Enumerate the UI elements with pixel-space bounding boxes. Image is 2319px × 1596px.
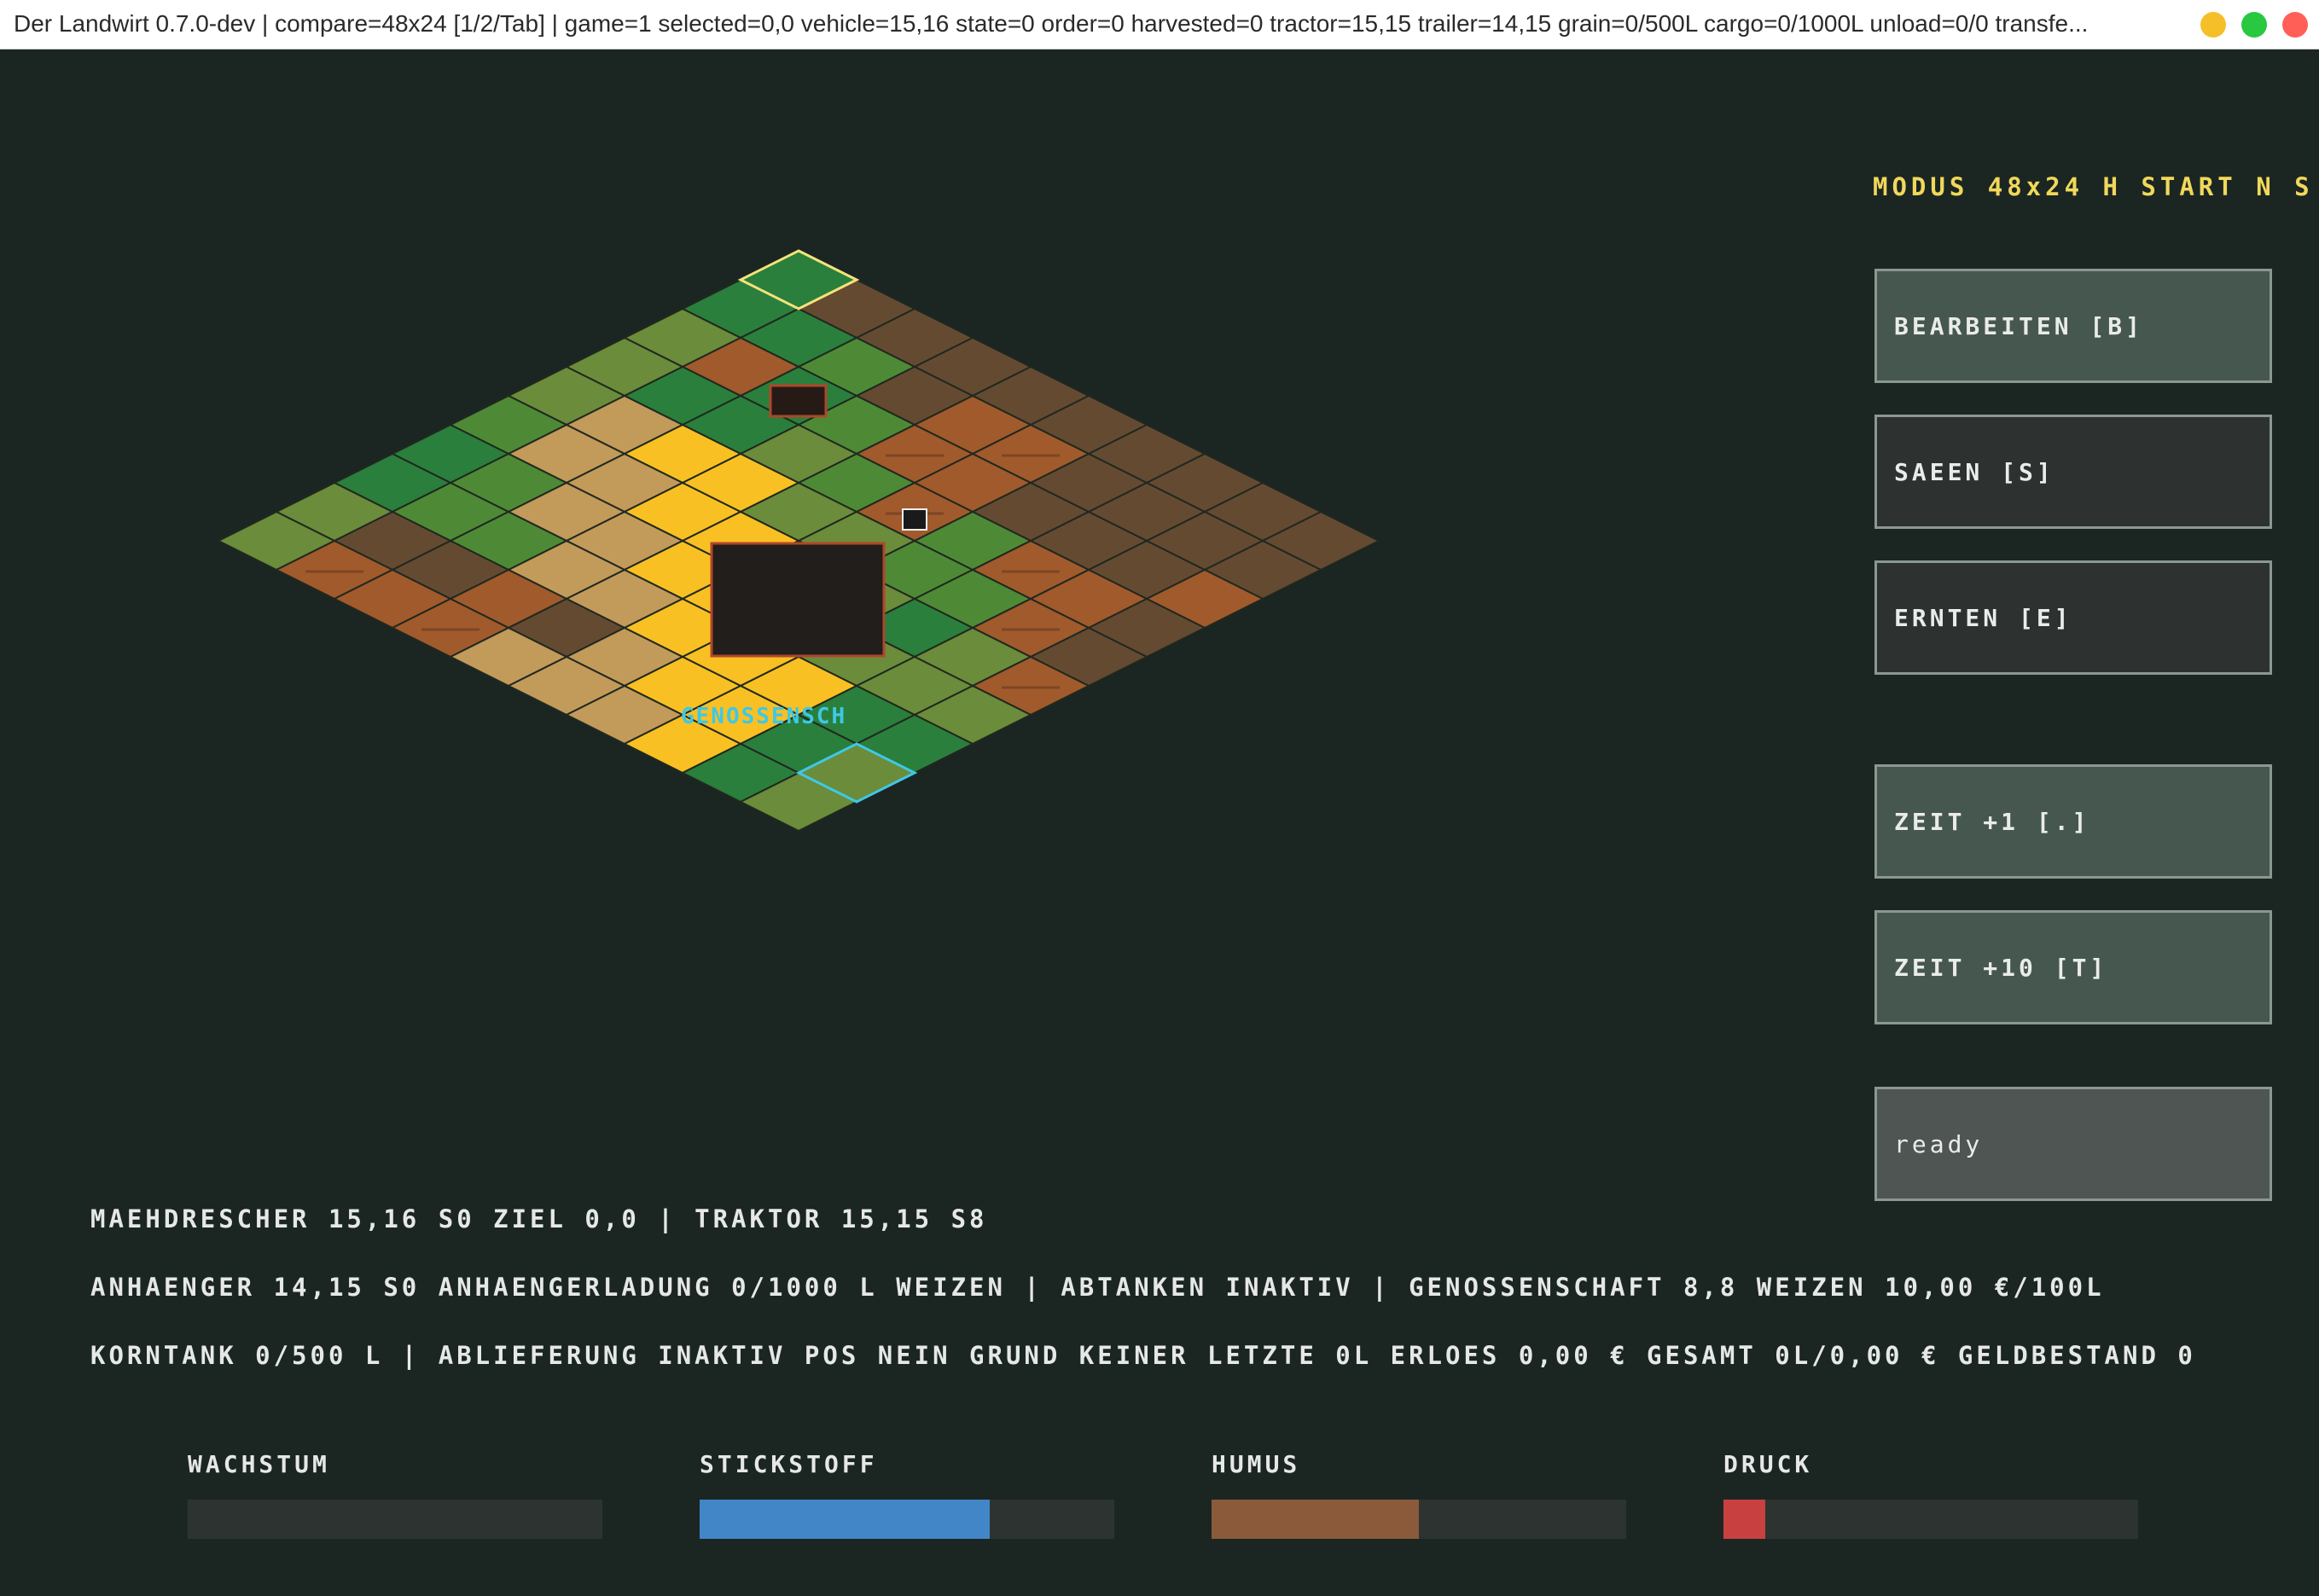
humus-meter <box>1212 1500 1626 1539</box>
nitrogen-meter-label: STICKSTOFF <box>700 1450 878 1478</box>
mode-indicator: MODUS 48x24 H START N S <box>1873 172 2314 201</box>
growth-meter <box>188 1500 602 1539</box>
pressure-meter <box>1723 1500 2138 1539</box>
harvest-button[interactable]: ERNTEN [E] <box>1874 560 2272 675</box>
window-titlebar: Der Landwirt 0.7.0-dev | compare=48x24 [… <box>0 0 2319 49</box>
sow-button[interactable]: SAEEN [S] <box>1874 415 2272 529</box>
isometric-farm-map[interactable]: GENOSSENSCH <box>0 49 1834 1158</box>
time-plus-10-button[interactable]: ZEIT +10 [T] <box>1874 910 2272 1024</box>
tractor-vehicle[interactable] <box>902 508 927 531</box>
humus-meter-fill <box>1212 1500 1419 1539</box>
close-button[interactable] <box>2282 12 2308 38</box>
combine-harvester-vehicle[interactable] <box>710 542 886 658</box>
pressure-meter-fill <box>1723 1500 1765 1539</box>
maximize-button[interactable] <box>2241 12 2267 38</box>
vehicle-status-line: MAEHDRESCHER 15,16 S0 ZIEL 0,0 | TRAKTOR… <box>90 1204 988 1233</box>
window-title: Der Landwirt 0.7.0-dev | compare=48x24 [… <box>14 10 2089 37</box>
depot-label: GENOSSENSCH <box>681 704 846 729</box>
trailer-vehicle[interactable] <box>769 384 828 418</box>
time-plus-1-button[interactable]: ZEIT +1 [.] <box>1874 764 2272 879</box>
grain-tank-status-line: KORNTANK 0/500 L | ABLIEFERUNG INAKTIV P… <box>90 1341 2196 1370</box>
growth-meter-label: WACHSTUM <box>188 1450 330 1478</box>
minimize-button[interactable] <box>2200 12 2226 38</box>
humus-meter-label: HUMUS <box>1212 1450 1301 1478</box>
pressure-meter-label: DRUCK <box>1723 1450 1813 1478</box>
nitrogen-meter-fill <box>700 1500 991 1539</box>
trailer-status-line: ANHAENGER 14,15 S0 ANHAENGERLADUNG 0/100… <box>90 1273 2105 1302</box>
edit-button[interactable]: BEARBEITEN [B] <box>1874 269 2272 383</box>
status-ready-panel: ready <box>1874 1087 2272 1201</box>
nitrogen-meter <box>700 1500 1114 1539</box>
